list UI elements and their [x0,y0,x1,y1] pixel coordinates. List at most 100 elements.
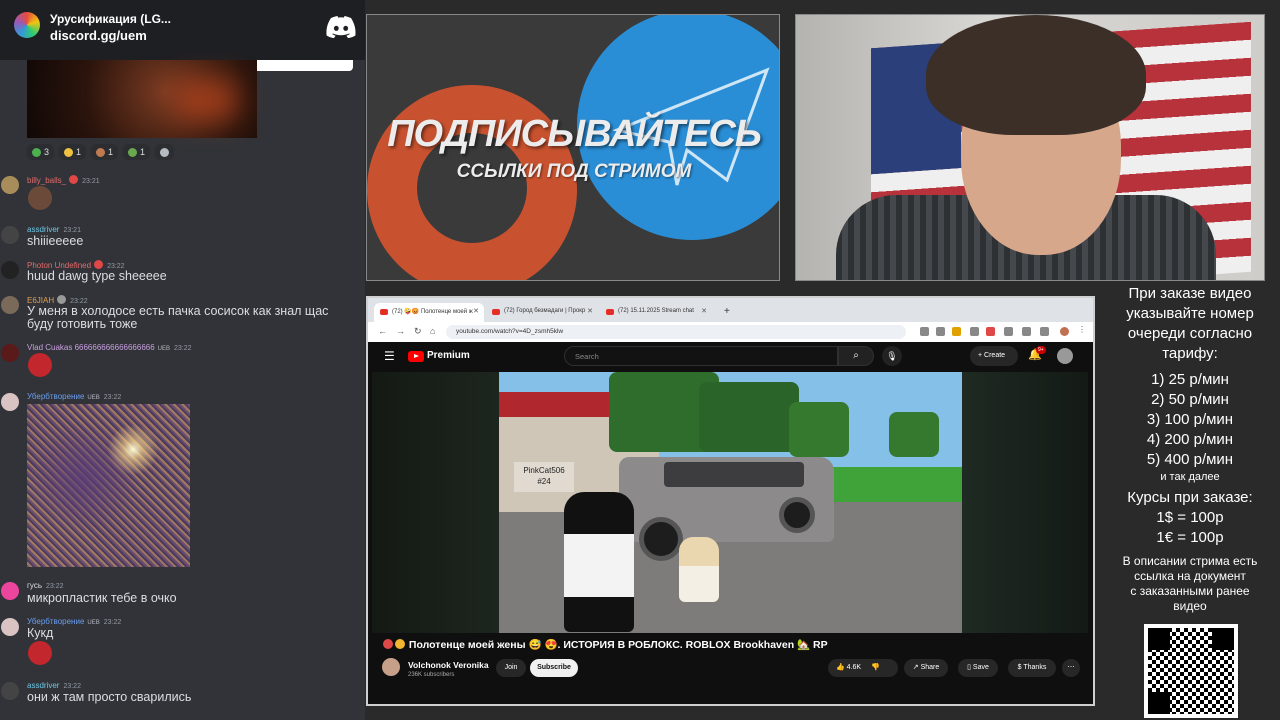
info-heading-line: очереди согласно [1127,325,1253,342]
emoji-icon [64,147,74,157]
username[interactable]: гусь 23:22 [27,581,64,590]
message-text: huud dawg type sheeeee [27,269,167,283]
home-icon[interactable]: ⌂ [430,326,435,336]
create-button[interactable]: + Create [970,346,1018,366]
browser-menu-icon[interactable]: ⋮ [1078,325,1087,334]
share-button[interactable]: ↗ Share [904,659,948,677]
avatar[interactable] [1,344,19,362]
username[interactable]: assdriver 23:21 [27,225,81,234]
username[interactable]: Vlad Cuakas 666666666666666666 UEB 23:22 [27,343,192,352]
extension-icon[interactable] [970,327,979,336]
emoji-icon [395,639,405,649]
tree [699,382,799,452]
video-frame[interactable]: PinkCat506 #24 [499,372,962,633]
avatar[interactable] [1,682,19,700]
avatar[interactable] [1,618,19,636]
tariff-line: 2) 50 р/мин [1151,391,1229,408]
youtube-premium-label[interactable]: Premium [427,350,470,361]
reaction[interactable]: 1 [91,144,119,160]
search-button[interactable]: ⌕ [838,346,874,366]
discord-logo-icon [326,16,356,38]
search-input[interactable]: Search [564,346,838,366]
username-text: Vlad Cuakas 666666666666666666 [27,343,155,352]
avatar[interactable] [1,261,19,279]
username[interactable]: billy_balls_ 23:21 [27,175,100,185]
extension-icon[interactable] [1004,327,1013,336]
reload-icon[interactable]: ↻ [414,326,422,337]
extension-icon[interactable] [986,327,995,336]
sidebar-icon[interactable] [1040,327,1049,336]
hamburger-menu-icon[interactable]: ☰ [384,349,395,363]
avatar[interactable] [1,296,19,314]
close-icon[interactable]: ✕ [701,307,707,315]
notification-count-badge: 9+ [1036,346,1046,354]
poster-subtitle: ССЫЛКИ ПОД СТРИМОМ [456,161,692,182]
tree [889,412,939,457]
microphone-icon: 🎙 [886,351,898,361]
avatar[interactable] [1,393,19,411]
channel-avatar[interactable] [382,658,400,676]
subscribe-button[interactable]: Subscribe [530,659,578,677]
username[interactable]: Убербтворение UEB 23:22 [27,392,121,401]
browser-tab[interactable]: (72) 🤪😡 Полотенце моей ж ✕ [374,303,484,322]
profile-avatar-icon[interactable] [1060,327,1069,336]
role-tag: UEB [87,620,100,626]
qr-code-pattern [1148,628,1234,714]
timestamp: 23:21 [63,227,81,234]
video-blur-left [372,372,499,633]
message-text: буду готовить тоже [27,317,138,331]
footer-line: с заказанными ранее [1130,584,1250,598]
url-field[interactable]: youtube.com/watch?v=4D_zsmh5klw [446,325,906,339]
add-reaction-button[interactable] [155,144,175,160]
voice-search-button[interactable]: 🎙 [882,346,902,366]
reaction[interactable]: 1 [123,144,151,160]
tree [789,402,849,457]
like-button[interactable]: 👍 4.6K 👎 [828,659,898,677]
reaction[interactable]: 1 [59,144,87,160]
browser-window: (72) 🤪😡 Полотенце моей ж ✕ (72) Город бе… [366,296,1095,706]
more-actions-button[interactable]: ⋯ [1062,659,1080,677]
browser-tab[interactable]: (72) Город безмадаги | Прокр ✕ [486,303,598,322]
zoom-icon[interactable] [936,327,945,336]
share-arrow-icon: ↗ [912,664,919,671]
close-icon[interactable]: ✕ [587,307,593,315]
reaction[interactable]: 3 [27,144,55,160]
bookmark-star-icon[interactable] [952,327,961,336]
close-icon[interactable]: ✕ [473,307,479,315]
back-icon[interactable]: ← [378,326,387,336]
footer-line: ссылка на документ [1134,569,1246,583]
cast-icon[interactable] [920,327,929,336]
badge-icon [57,295,67,304]
server-invite-link[interactable]: discord.gg/uem [50,28,147,43]
username[interactable]: Убербтворение UEB 23:22 [27,617,121,626]
video-player[interactable]: PinkCat506 #24 [372,372,1088,633]
channel-name[interactable]: Volchonok Veronika [408,660,489,670]
discord-chat-panel: Урусификация (LG... discord.gg/uem 3 1 1… [0,0,365,720]
avatar[interactable] [1,226,19,244]
extensions-puzzle-icon[interactable] [1022,327,1031,336]
poster-title: ПОДПИСЫВАЙТЕСЬ [387,113,762,155]
attached-image[interactable] [27,404,190,567]
info-heading-line: тарифу: [1162,345,1218,362]
reaction-count: 1 [108,147,114,157]
discord-server-header[interactable]: Урусификация (LG... discord.gg/uem [0,0,365,60]
badge-icon [94,260,104,269]
browser-tab[interactable]: (72) 15.11.2025 Stream chat ✕ [600,303,712,322]
thanks-button[interactable]: $ Thanks [1008,659,1056,677]
role-tag: UEB [87,395,100,401]
forward-icon[interactable]: → [396,326,405,336]
reaction-count: 1 [140,147,146,157]
join-button[interactable]: Join [496,659,526,677]
save-button[interactable]: ▯ Save [958,659,998,677]
attached-image[interactable] [27,60,257,138]
username[interactable]: assdriver 23:22 [27,681,81,690]
avatar[interactable] [1,176,19,194]
thumbs-down-icon[interactable]: 👎 [871,664,880,671]
subscriber-count: 236K subscribers [408,672,455,678]
emoji-icon [32,147,41,157]
youtube-favicon-icon [492,309,500,315]
youtube-logo-icon[interactable] [408,351,424,362]
user-avatar[interactable] [1057,348,1073,364]
avatar[interactable] [1,582,19,600]
new-tab-button[interactable]: + [718,301,738,320]
